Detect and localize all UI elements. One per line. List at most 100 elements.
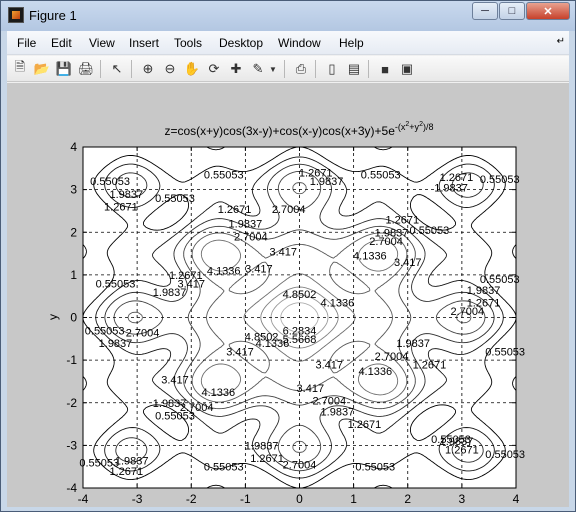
contour-label: 3.417 (394, 257, 422, 269)
save-icon[interactable]: 💾 (55, 60, 73, 78)
contour-label: 4.1336 (353, 251, 387, 263)
menu-file[interactable]: File (17, 36, 36, 50)
y-tick-label: 1 (70, 268, 77, 282)
contour-label: 3.417 (297, 383, 325, 395)
contour-label: 3.417 (245, 263, 273, 275)
toolbar-separator (284, 60, 285, 78)
hide-plot-tools-icon[interactable]: ■ (376, 60, 394, 78)
new-figure-icon[interactable]: 🗎 (11, 59, 29, 78)
contour-label: 0.55053 (204, 462, 244, 474)
figure-canvas: z=cos(x+y)cos(3x-y)+cos(x-y)cos(x+3y)+5e… (7, 83, 569, 512)
contour-label: 1.2671 (413, 359, 447, 371)
contour-label: 3.417 (269, 246, 297, 258)
contour-label: 4.1336 (256, 338, 290, 350)
figure-window: Figure 1 ─ □ ✕ File Edit View Insert Too… (0, 0, 576, 512)
contour-label: 1.2671 (348, 419, 382, 431)
menu-edit[interactable]: Edit (51, 36, 72, 50)
chart-title: z=cos(x+y)cos(3x-y)+cos(x-y)cos(x+3y)+5e… (165, 121, 434, 138)
contour-label: 2.7004 (234, 232, 268, 244)
contour-label: 1.9837 (245, 440, 279, 452)
contour-label: 2.7004 (126, 327, 160, 339)
menu-bar: File Edit View Insert Tools Desktop Wind… (7, 31, 569, 55)
toolbar-separator (100, 60, 101, 78)
contour-label: 3.417 (161, 374, 189, 386)
open-file-icon[interactable]: 📂 (33, 60, 51, 78)
contour-label: 0.55053 (90, 176, 130, 188)
contour-label: 0.55053 (361, 170, 401, 182)
x-tick-label: 4 (513, 492, 520, 506)
x-tick-label: -2 (186, 492, 197, 506)
toolbar-separator (368, 60, 369, 78)
y-tick-label: 3 (70, 183, 77, 197)
minimize-button[interactable]: ─ (472, 2, 498, 20)
dock-arrow-icon[interactable]: ↵ (557, 36, 565, 47)
print-icon[interactable]: 🖨 (77, 60, 95, 78)
menu-insert[interactable]: Insert (129, 36, 159, 50)
y-tick-label: 2 (70, 225, 77, 239)
contour-label: 1.9837 (467, 285, 501, 297)
contour-label: 4.1336 (201, 387, 235, 399)
x-tick-label: 1 (350, 492, 357, 506)
contour-label: 0.55053 (155, 411, 195, 423)
zoom-out-icon[interactable]: ⊖ (161, 60, 179, 78)
contour-label: 0.55053 (485, 449, 525, 461)
menu-tools[interactable]: Tools (174, 36, 202, 50)
contour-label: 0.55053 (485, 347, 525, 359)
contour-label: 0.55053 (79, 457, 119, 469)
toolbar-separator (131, 60, 132, 78)
contour-label: 2.7004 (375, 351, 409, 363)
x-tick-label: 2 (404, 492, 411, 506)
link-plot-icon[interactable]: ⎙ (292, 60, 310, 78)
contour-label: 1.2671 (467, 298, 501, 310)
toolbar: 🗎 📂 💾 🖨 ↖ ⊕ ⊖ ✋ ⟳ ✚ ✎ ▼ ⎙ ▯ ▤ ■ ▣ (7, 56, 569, 82)
contour-label: 1.9837 (321, 406, 355, 418)
data-cursor-icon[interactable]: ✚ (227, 60, 245, 78)
contour-label: 2.7004 (272, 204, 306, 216)
contour-label: 1.2671 (250, 453, 284, 465)
contour-label: 4.8502 (283, 289, 317, 301)
pan-icon[interactable]: ✋ (183, 60, 201, 78)
contour-label: 3.417 (316, 359, 344, 371)
menu-window[interactable]: Window (278, 36, 321, 50)
contour-plot[interactable]: z=cos(x+y)cos(3x-y)+cos(x-y)cos(x+3y)+5e… (7, 83, 569, 512)
y-tick-label: -1 (66, 353, 77, 367)
zoom-in-icon[interactable]: ⊕ (139, 60, 157, 78)
dropdown-icon[interactable]: ▼ (268, 60, 278, 78)
contour-label: 3.417 (226, 347, 254, 359)
menu-view[interactable]: View (89, 36, 115, 50)
contour-label: 1.9837 (396, 338, 430, 350)
legend-icon[interactable]: ▤ (345, 60, 363, 78)
contour-label: 0.55053 (155, 193, 195, 205)
contour-label: 1.9837 (153, 398, 187, 410)
contour-label: 4.1336 (207, 266, 241, 278)
contour-label: 1.2671 (104, 202, 138, 214)
contour-label: 1.9837 (229, 219, 263, 231)
contour-label: 0.55053 (480, 174, 520, 186)
rotate-icon[interactable]: ⟳ (205, 60, 223, 78)
x-tick-label: -1 (240, 492, 251, 506)
close-button[interactable]: ✕ (526, 2, 570, 20)
contour-label: 1.9837 (99, 338, 133, 350)
y-tick-label: -4 (66, 481, 77, 495)
matlab-icon (8, 7, 24, 23)
menu-help[interactable]: Help (339, 36, 364, 50)
show-plot-tools-icon[interactable]: ▣ (398, 60, 416, 78)
contour-label: 1.2671 (386, 214, 420, 226)
x-tick-label: 0 (296, 492, 303, 506)
title-bar[interactable]: Figure 1 ─ □ ✕ (1, 1, 575, 31)
maximize-button[interactable]: □ (499, 2, 525, 20)
client-area: File Edit View Insert Tools Desktop Wind… (7, 31, 569, 512)
y-tick-label: 0 (70, 311, 77, 325)
menu-desktop[interactable]: Desktop (219, 36, 263, 50)
contour-label: 0.55053 (355, 462, 395, 474)
window-title: Figure 1 (29, 8, 77, 23)
colorbar-icon[interactable]: ▯ (323, 60, 341, 78)
x-tick-label: -3 (132, 492, 143, 506)
contour-label: 4.1336 (321, 298, 355, 310)
brush-icon[interactable]: ✎ (249, 60, 267, 78)
contour-label: 0.55053 (85, 325, 125, 337)
contour-label: 1.9837 (310, 176, 344, 188)
contour-label: 1.9837 (109, 189, 143, 201)
pointer-icon[interactable]: ↖ (108, 60, 126, 78)
contour-label: 2.7004 (283, 460, 317, 472)
